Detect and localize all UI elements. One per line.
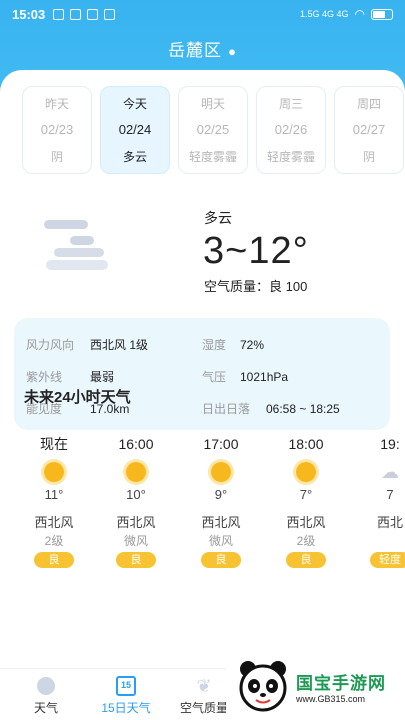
notification-icons — [53, 8, 116, 20]
day-card[interactable]: 昨天 02/23 阴 — [22, 86, 92, 174]
hourly-forecast: 现在 11° 西北风 2级 良 16:00 10° 西北风 微风 良 17:00… — [14, 434, 405, 634]
detail-wind: 风力风向 西北风 1级 — [26, 338, 149, 352]
location-label: 岳麓区 — [168, 41, 223, 60]
hour-wind-speed: 微风 — [123, 534, 148, 548]
hour-time: 17:00 — [203, 436, 239, 452]
day-condition: 轻度雾霾 — [266, 150, 315, 164]
sun-icon — [44, 462, 64, 482]
cloudy-icon — [44, 220, 108, 270]
day-date: 02/24 — [118, 122, 152, 137]
day-weekday: 明天 — [200, 97, 225, 111]
day-card[interactable]: 周四 02/27 阴 — [334, 86, 404, 174]
moon-cloud-icon: ☁ — [381, 461, 399, 482]
app-icon — [87, 8, 99, 20]
day-condition: 多云 — [122, 150, 147, 164]
quality-badge: 良 — [201, 552, 241, 568]
tab-15day[interactable]: 15 15日天气 — [86, 673, 166, 716]
day-weekday: 周三 — [278, 97, 303, 111]
hour-wind-dir: 西北风 — [116, 515, 156, 530]
hour-item: 18:00 7° 西北风 2级 良 — [266, 434, 346, 568]
day-date: 02/26 — [274, 122, 308, 137]
detail-uv: 紫外线 最弱 — [26, 370, 115, 384]
hour-temp: 7 — [386, 487, 394, 502]
signal-text: 1.5G 4G 4G — [299, 9, 349, 19]
content-sheet: 昨天 02/23 阴 今天 02/24 多云 明天 02/25 轻度雾霾 周三 … — [0, 70, 405, 720]
hour-time: 现在 — [40, 436, 68, 452]
sun-icon — [126, 462, 146, 482]
quality-badge: 良 — [34, 552, 74, 568]
sun-icon — [296, 462, 316, 482]
hour-wind-speed: 微风 — [208, 534, 233, 548]
day-date: 02/23 — [40, 122, 74, 137]
location-pin-icon: ● — [228, 44, 237, 59]
detail-humidity: 湿度 72% — [202, 338, 265, 352]
watermark-title: 国宝手游网 — [296, 673, 386, 693]
hour-wind-dir: 西北风 — [286, 515, 326, 530]
hourly-title: 未来24小时天气 — [24, 389, 131, 406]
status-time: 15:03 — [12, 6, 46, 22]
hour-wind-speed — [350, 532, 405, 550]
site-watermark: 国宝手游网 www.GB315.com — [226, 652, 405, 720]
current-weather: 多云 3~12° 空气质量：良 100 — [0, 204, 405, 314]
hour-item: 现在 11° 西北风 2级 良 — [14, 434, 94, 568]
hour-temp: 9° — [214, 487, 228, 502]
tab-weather[interactable]: 天气 — [6, 673, 86, 716]
hour-time: 19: — [380, 436, 400, 452]
day-selector: 昨天 02/23 阴 今天 02/24 多云 明天 02/25 轻度雾霾 周三 … — [22, 86, 405, 178]
day-weekday: 今天 — [122, 97, 147, 111]
hour-time: 18:00 — [288, 436, 324, 452]
wifi-icon: ◠ — [354, 7, 365, 21]
hour-time: 16:00 — [118, 436, 154, 452]
message-icon — [104, 8, 116, 20]
battery-icon — [371, 8, 393, 20]
location-selector[interactable]: 岳麓区 ● — [0, 36, 405, 61]
hour-temp: 7° — [299, 487, 313, 502]
day-condition: 轻度雾霾 — [188, 150, 237, 164]
calendar-icon: 15 — [116, 676, 136, 696]
day-weekday: 昨天 — [44, 97, 69, 111]
status-right: 1.5G 4G 4G ◠ — [300, 7, 393, 21]
hour-wind-dir: 西北风 — [34, 515, 74, 530]
detail-sunrise-sunset: 日出日落 06:58 ~ 18:25 — [202, 402, 340, 416]
quality-badge: 良 — [286, 552, 326, 568]
sun-icon — [37, 677, 55, 695]
day-date: 02/25 — [196, 122, 230, 137]
air-quality: 空气质量：良 100 — [204, 279, 308, 294]
quality-badge: 轻度 — [370, 552, 405, 568]
hour-wind-speed: 2级 — [296, 534, 316, 548]
hour-wind-dir: 西北风 — [201, 515, 241, 530]
watermark-url: www.GB315.com — [296, 693, 366, 704]
day-card[interactable]: 今天 02/24 多云 — [100, 86, 170, 174]
current-condition: 多云 — [204, 210, 232, 226]
day-condition: 阴 — [362, 150, 375, 164]
hour-item: 16:00 10° 西北风 微风 良 — [96, 434, 176, 568]
sun-icon — [211, 462, 231, 482]
detail-pressure: 气压 1021hPa — [202, 370, 289, 384]
hour-temp: 10° — [126, 487, 146, 502]
weather-details-panel: 风力风向 西北风 1级 湿度 72% 紫外线 最弱 气压 1021hPa 能见度 17.0… — [14, 318, 390, 430]
hour-wind-speed: 2级 — [44, 534, 64, 548]
hour-wind-dir: 西北 — [376, 515, 403, 530]
hour-item: 17:00 9° 西北风 微风 良 — [181, 434, 261, 568]
hour-item: 19: ☁ 7 西北 轻度 — [350, 434, 405, 568]
day-card[interactable]: 明天 02/25 轻度雾霾 — [178, 86, 248, 174]
check-icon — [53, 8, 65, 20]
hour-temp: 11° — [44, 487, 64, 502]
leaf-icon: ❦ — [196, 675, 212, 696]
current-temperature: 3~12° — [203, 230, 309, 272]
day-card[interactable]: 周三 02/26 轻度雾霾 — [256, 86, 326, 174]
tab-label: 15日天气 — [101, 701, 151, 715]
day-condition: 阴 — [50, 150, 63, 164]
tab-label: 天气 — [33, 701, 58, 715]
panda-logo-icon — [239, 661, 287, 712]
quality-badge: 良 — [116, 552, 156, 568]
app-icon — [70, 8, 82, 20]
day-weekday: 周四 — [356, 97, 381, 111]
day-date: 02/27 — [352, 122, 386, 137]
status-bar: 15:03 1.5G 4G 4G ◠ — [0, 0, 405, 28]
